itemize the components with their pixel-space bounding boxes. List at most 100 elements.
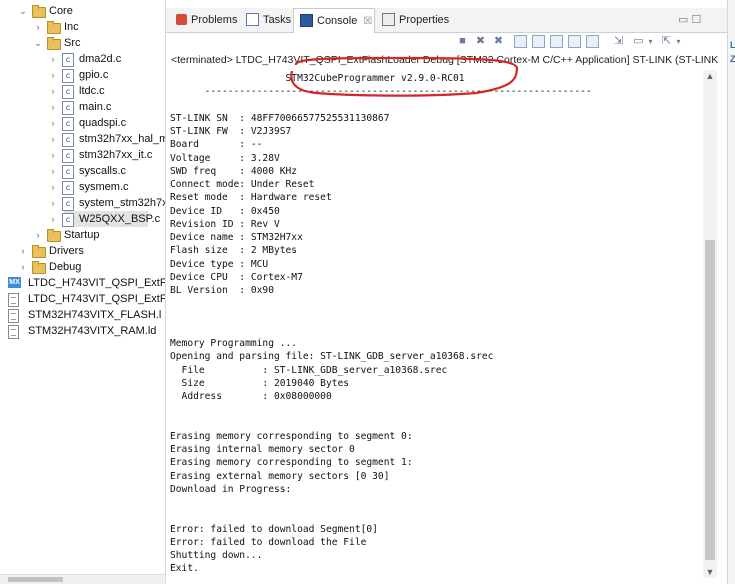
tree-item[interactable]: › c system_stm32h7xx.	[0, 195, 165, 211]
c-file-icon: c	[62, 101, 74, 115]
tree-item[interactable]: › c ltdc.c	[0, 83, 165, 99]
tree-item[interactable]: › Debug	[0, 259, 165, 275]
chevron-right-icon[interactable]: ›	[48, 83, 58, 99]
tree-item[interactable]: › c quadspi.c	[0, 115, 165, 131]
tree-item[interactable]: LTDC_H743VIT_QSPI_ExtF	[0, 291, 165, 307]
chevron-right-icon[interactable]: ›	[48, 67, 58, 83]
console-line: Exit.	[170, 563, 199, 575]
console-output[interactable]: STM32CubeProgrammer v2.9.0-RC01 --------…	[170, 70, 705, 578]
scroll-lock-icon[interactable]	[532, 35, 545, 48]
console-view: Problems Tasks Console ☒ Properties ▭ ☐ ■…	[166, 0, 727, 584]
console-line: Erasing internal memory sector 0	[170, 444, 355, 455]
tree-item[interactable]: MX LTDC_H743VIT_QSPI_ExtF	[0, 275, 165, 291]
view-window-controls[interactable]: ▭ ☐	[678, 13, 701, 26]
tab-console[interactable]: Console ☒	[293, 8, 375, 33]
chevron-right-icon[interactable]: ›	[18, 243, 28, 259]
tab-properties[interactable]: Properties	[376, 8, 449, 32]
explorer-horizontal-scrollbar[interactable]	[0, 574, 165, 584]
tree-item[interactable]: ⌄ Src	[0, 35, 165, 51]
text-file-icon	[8, 325, 19, 339]
chevron-right-icon[interactable]: ›	[48, 195, 58, 211]
remove-launch-icon[interactable]: ✖	[474, 35, 487, 48]
c-file-icon: c	[62, 197, 74, 211]
scrollbar-thumb[interactable]	[705, 240, 715, 560]
tree-item-label: syscalls.c	[79, 165, 127, 177]
c-file-icon: c	[62, 149, 74, 163]
pin-console-icon[interactable]: ⇲	[612, 35, 625, 48]
console-line: Erasing memory corresponding to segment …	[170, 430, 413, 442]
console-vertical-scrollbar[interactable]: ▲ ▼	[703, 70, 717, 578]
c-file-icon: c	[62, 117, 74, 131]
scrollbar-thumb[interactable]	[8, 577, 63, 582]
edge-char: L	[730, 40, 735, 50]
view-tab-bar: Problems Tasks Console ☒ Properties	[166, 8, 727, 33]
tree-item[interactable]: ⌄ Core	[0, 3, 165, 19]
tree-item-label: gpio.c	[79, 69, 109, 81]
chevron-down-icon[interactable]: ⌄	[33, 35, 43, 51]
console-line: Error: failed to download Segment[0]	[170, 523, 378, 535]
tree-item[interactable]: › Startup	[0, 227, 165, 243]
console-line: Connect mode: Under Reset	[170, 179, 315, 190]
close-icon[interactable]: ☒	[363, 16, 372, 27]
chevron-right-icon[interactable]: ›	[33, 19, 43, 35]
chevron-down-icon[interactable]: ⌄	[18, 3, 28, 19]
chevron-right-icon[interactable]: ›	[48, 131, 58, 147]
folder-icon	[32, 5, 46, 18]
clear-console-icon[interactable]	[514, 35, 527, 48]
tree-item-label: ltdc.c	[79, 85, 105, 97]
remove-all-icon[interactable]: ✖	[492, 35, 505, 48]
c-file-icon: c	[62, 53, 74, 67]
word-wrap-icon[interactable]	[550, 35, 563, 48]
tree-item[interactable]: › c dma2d.c	[0, 51, 165, 67]
tree-item-label: Src	[64, 37, 81, 49]
terminate-icon[interactable]: ■	[456, 35, 469, 48]
scroll-down-icon[interactable]: ▼	[703, 566, 717, 578]
chevron-right-icon[interactable]: ›	[48, 51, 58, 67]
tree-item[interactable]: › c syscalls.c	[0, 163, 165, 179]
tree-item-label: Inc	[64, 21, 79, 33]
console-line: Reset mode : Hardware reset	[170, 192, 332, 204]
text-file-icon	[8, 309, 19, 323]
project-explorer: ⌄ Core › Inc ⌄ Src › c dma2d.c › c gpio.c › c ltdc.c › c…	[0, 0, 166, 584]
tree-item[interactable]: › c sysmem.c	[0, 179, 165, 195]
show-on-output-icon[interactable]	[568, 35, 581, 48]
chevron-right-icon[interactable]: ›	[48, 163, 58, 179]
console-toolbar: ■ ✖ ✖ ⇲ ▭ ▾ ⇱ ▾	[166, 33, 727, 50]
tree-item[interactable]: › Inc	[0, 19, 165, 35]
tree-item-label: sysmem.c	[79, 181, 129, 193]
chevron-down-icon[interactable]: ▾	[644, 35, 657, 48]
tree-item-label: stm32h7xx_it.c	[79, 149, 153, 161]
tree-item[interactable]: › c gpio.c	[0, 67, 165, 83]
chevron-right-icon[interactable]: ›	[33, 227, 43, 243]
console-line: Address : 0x08000000	[170, 391, 332, 402]
c-file-icon: c	[62, 213, 74, 227]
scroll-up-icon[interactable]: ▲	[703, 70, 717, 82]
console-line: Opening and parsing file: ST-LINK_GDB_se…	[170, 351, 494, 363]
tree-item[interactable]: › c main.c	[0, 99, 165, 115]
tree-item-label: stm32h7xx_hal_msp	[79, 133, 165, 145]
chevron-right-icon[interactable]: ›	[48, 147, 58, 163]
tab-label: Console	[317, 15, 358, 27]
console-line: ST-LINK FW : V2J39S7	[170, 126, 292, 137]
cubemx-file-icon: MX	[8, 277, 21, 288]
chevron-down-icon[interactable]: ▾	[672, 35, 685, 48]
console-line: Erasing memory corresponding to segment …	[170, 457, 413, 469]
chevron-right-icon[interactable]: ›	[48, 211, 58, 227]
tab-tasks[interactable]: Tasks	[240, 8, 292, 32]
chevron-right-icon[interactable]: ›	[48, 179, 58, 195]
tab-problems[interactable]: Problems	[170, 8, 237, 32]
tree-item[interactable]: › c stm32h7xx_hal_msp	[0, 131, 165, 147]
tree-item[interactable]: › c W25QXX_BSP.c	[0, 211, 165, 227]
tree-item[interactable]: › c stm32h7xx_it.c	[0, 147, 165, 163]
show-on-error-icon[interactable]	[586, 35, 599, 48]
tree-item[interactable]: STM32H743VITX_RAM.ld	[0, 323, 165, 339]
chevron-right-icon[interactable]: ›	[48, 99, 58, 115]
tree-item[interactable]: › Drivers	[0, 243, 165, 259]
console-line: BL Version : 0x90	[170, 285, 274, 296]
chevron-right-icon[interactable]: ›	[48, 115, 58, 131]
tree-item[interactable]: STM32H743VITX_FLASH.l	[0, 307, 165, 323]
folder-icon	[47, 21, 61, 34]
tree-item-label: W25QXX_BSP.c	[79, 213, 161, 225]
chevron-right-icon[interactable]: ›	[18, 259, 28, 275]
tree-item-label: LTDC_H743VIT_QSPI_ExtF	[28, 293, 166, 305]
